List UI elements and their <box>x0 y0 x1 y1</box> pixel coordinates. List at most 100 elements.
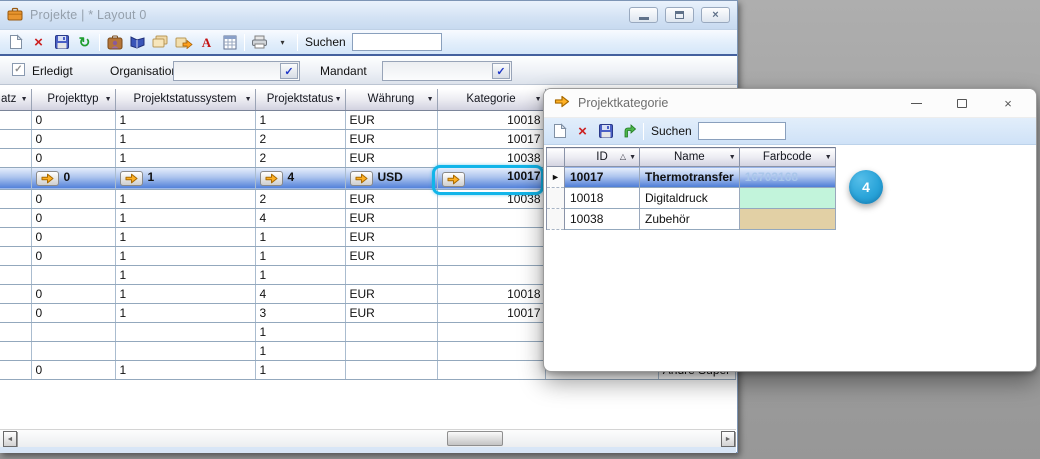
grid-cell[interactable]: 0 <box>31 246 115 265</box>
column-header-Währung[interactable]: Währung▼ <box>345 89 437 110</box>
grid-cell[interactable] <box>0 167 31 189</box>
grid-cell[interactable]: 2 <box>255 148 345 167</box>
grid-cell[interactable] <box>437 208 545 227</box>
grid-cell[interactable]: 1 <box>255 110 345 129</box>
lookup-arrow-button[interactable] <box>350 171 373 186</box>
lookup-arrow-button[interactable] <box>260 171 283 186</box>
column-header-Projekttyp[interactable]: Projekttyp▼ <box>31 89 115 110</box>
grid-cell[interactable]: USD <box>345 167 437 189</box>
column-header-Projektstatussystem[interactable]: Projektstatussystem▼ <box>115 89 255 110</box>
filter-arrow-icon[interactable]: ▼ <box>105 96 112 103</box>
delete-icon[interactable]: × <box>27 32 50 52</box>
grid-cell[interactable]: 0 <box>31 148 115 167</box>
grid-cell[interactable] <box>437 265 545 284</box>
grid-cell[interactable] <box>437 341 545 360</box>
journal-icon[interactable] <box>126 32 149 52</box>
restore-button[interactable] <box>665 7 694 23</box>
grid-cell[interactable]: 1 <box>115 360 255 379</box>
grid-cell[interactable] <box>0 341 31 360</box>
grid-cell[interactable] <box>0 322 31 341</box>
grid-cell[interactable] <box>0 284 31 303</box>
grid-cell[interactable]: EUR <box>345 110 437 129</box>
grid-cell[interactable]: 4 <box>255 167 345 189</box>
grid-cell[interactable]: 1 <box>115 284 255 303</box>
grid-cell[interactable]: 1 <box>115 303 255 322</box>
column-header-Kategorie[interactable]: Kategorie▼ <box>437 89 545 110</box>
grid-cell[interactable]: EUR <box>345 303 437 322</box>
grid-cell[interactable] <box>345 265 437 284</box>
farbcode-cell[interactable] <box>739 209 835 230</box>
print-dropdown-icon[interactable]: ▾ <box>271 32 294 52</box>
grid-cell[interactable] <box>437 322 545 341</box>
grid-cell[interactable] <box>115 341 255 360</box>
row-selector[interactable]: ► <box>547 167 565 188</box>
popup-minimize-button[interactable] <box>906 94 926 112</box>
mandant-input[interactable] <box>384 63 491 79</box>
save-icon[interactable] <box>50 32 73 52</box>
grid-cell[interactable] <box>0 227 31 246</box>
grid-cell[interactable]: 1 <box>115 167 255 189</box>
grid-cell[interactable]: 0 <box>31 360 115 379</box>
filter-arrow-icon[interactable]: ▼ <box>729 154 736 161</box>
grid-cell[interactable]: 0 <box>31 167 115 189</box>
filter-arrow-icon[interactable]: ▼ <box>335 96 342 103</box>
grid-cell[interactable] <box>0 208 31 227</box>
id-cell[interactable]: 10017 <box>565 167 640 188</box>
column-header-Projektstatus[interactable]: Projektstatus▼ <box>255 89 345 110</box>
save-icon[interactable] <box>594 121 617 141</box>
column-header-atz[interactable]: atz▼ <box>0 89 31 110</box>
grid-cell[interactable]: 1 <box>115 110 255 129</box>
report-icon[interactable] <box>218 32 241 52</box>
name-cell[interactable]: Digitaldruck <box>640 188 740 209</box>
grid-cell[interactable]: 3 <box>255 303 345 322</box>
grid-cell[interactable] <box>115 322 255 341</box>
grid-cell[interactable] <box>345 341 437 360</box>
popup-titlebar[interactable]: Projektkategorie × <box>544 89 1036 118</box>
grid-cell[interactable] <box>31 265 115 284</box>
grid-cell[interactable]: 10018 <box>437 284 545 303</box>
lookup-arrow-button[interactable] <box>120 171 143 186</box>
scroll-left-button[interactable]: ◄ <box>3 431 17 447</box>
filter-arrow-icon[interactable]: ▼ <box>825 154 832 161</box>
refresh-icon[interactable]: ↻ <box>73 32 96 52</box>
copy-folders-icon[interactable] <box>149 32 172 52</box>
grid-cell[interactable]: 0 <box>31 208 115 227</box>
grid-cell[interactable]: 0 <box>31 284 115 303</box>
grid-cell[interactable] <box>0 303 31 322</box>
erledigt-checkbox[interactable]: ✓ <box>12 63 25 76</box>
grid-cell[interactable] <box>0 110 31 129</box>
grid-cell[interactable]: 4 <box>255 284 345 303</box>
grid-cell[interactable]: 10018 <box>437 110 545 129</box>
grid-cell[interactable]: 0 <box>31 110 115 129</box>
grid-cell[interactable]: EUR <box>345 189 437 208</box>
name-cell[interactable]: Zubehör <box>640 209 740 230</box>
scroll-thumb[interactable] <box>447 431 503 446</box>
grid-cell[interactable]: 1 <box>115 148 255 167</box>
export-folder-icon[interactable] <box>172 32 195 52</box>
popup-search-input[interactable] <box>698 122 786 140</box>
grid-cell[interactable]: 0 <box>31 129 115 148</box>
refresh-arrow-icon[interactable] <box>617 121 640 141</box>
grid-cell[interactable]: 4 <box>255 208 345 227</box>
grid-cell[interactable]: 1 <box>115 265 255 284</box>
grid-cell[interactable]: 10017 <box>437 303 545 322</box>
column-header-farbcode[interactable]: Farbcode▼ <box>739 148 835 167</box>
grid-cell[interactable]: 1 <box>115 227 255 246</box>
grid-cell[interactable]: 1 <box>255 341 345 360</box>
grid-cell[interactable]: 1 <box>255 322 345 341</box>
grid-cell[interactable]: 1 <box>255 265 345 284</box>
mandant-apply-button[interactable]: ✓ <box>492 63 510 79</box>
delete-icon[interactable]: × <box>571 121 594 141</box>
print-icon[interactable] <box>248 32 271 52</box>
close-button[interactable]: × <box>701 7 730 23</box>
grid-cell[interactable] <box>31 341 115 360</box>
main-titlebar[interactable]: Projekte | * Layout 0 × <box>0 1 737 30</box>
grid-cell[interactable]: EUR <box>345 129 437 148</box>
filter-arrow-icon[interactable]: ▼ <box>427 96 434 103</box>
lookup-arrow-button[interactable] <box>36 171 59 186</box>
grid-cell[interactable]: EUR <box>345 246 437 265</box>
grid-cell[interactable] <box>0 189 31 208</box>
farbcode-cell[interactable] <box>739 188 835 209</box>
grid-cell[interactable] <box>0 148 31 167</box>
contacts-icon[interactable] <box>103 32 126 52</box>
